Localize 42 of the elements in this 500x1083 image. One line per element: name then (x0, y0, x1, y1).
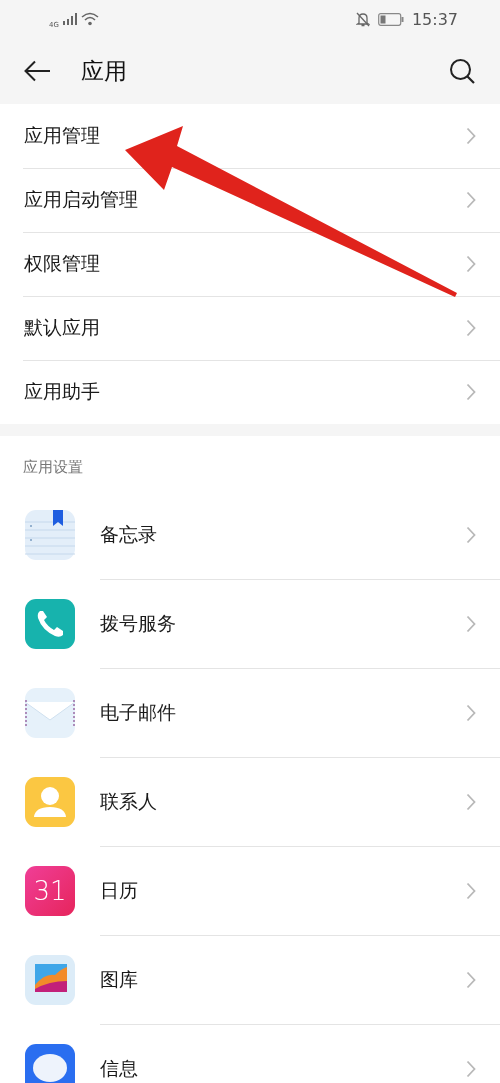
section-title: 应用设置 (22, 457, 84, 478)
back-button[interactable] (24, 60, 51, 82)
menu-item[interactable]: 应用助手 (0, 360, 500, 424)
search-button[interactable] (449, 57, 476, 85)
menu-item[interactable]: 默认应用 (0, 296, 500, 360)
chevron-right-icon (466, 970, 476, 989)
phone-icon (25, 598, 75, 649)
clock-time: 15:37 (411, 9, 458, 29)
chevron-right-icon (466, 525, 476, 544)
wifi-icon (80, 12, 99, 26)
chevron-right-icon (466, 881, 476, 900)
chevron-right-icon (466, 703, 476, 722)
menu-item[interactable]: 应用管理 (0, 104, 500, 168)
chevron-right-icon (466, 127, 476, 145)
back-arrow-icon (24, 60, 51, 82)
muted-bell-icon (355, 11, 370, 27)
chevron-right-icon (466, 383, 476, 401)
search-icon (449, 57, 476, 85)
page-title: 应用 (81, 56, 128, 86)
app-item[interactable]: 信息 (0, 1024, 500, 1083)
calendar-icon: 31 (25, 865, 75, 916)
battery-icon (377, 12, 404, 26)
chevron-right-icon (466, 1059, 476, 1078)
envelope-icon (25, 687, 75, 738)
chevron-right-icon (466, 191, 476, 209)
signal-icon (62, 13, 77, 25)
gallery-icon (25, 954, 75, 1005)
app-item[interactable]: 电子邮件 (0, 668, 500, 757)
app-item[interactable]: 备忘录 (0, 490, 500, 579)
notepad-icon (25, 509, 75, 560)
app-item[interactable]: 联系人 (0, 757, 500, 846)
chevron-right-icon (466, 614, 476, 633)
app-item[interactable]: 图库 (0, 935, 500, 1024)
chevron-right-icon (466, 319, 476, 337)
app-item[interactable]: 拨号服务 (0, 579, 500, 668)
person-icon (25, 776, 75, 827)
chevron-right-icon (466, 255, 476, 273)
chat-bubble-icon (25, 1043, 75, 1083)
app-item[interactable]: 31 日历 (0, 846, 500, 935)
menu-item[interactable]: 应用启动管理 (0, 168, 500, 232)
menu-item[interactable]: 权限管理 (0, 232, 500, 296)
chevron-right-icon (466, 792, 476, 811)
